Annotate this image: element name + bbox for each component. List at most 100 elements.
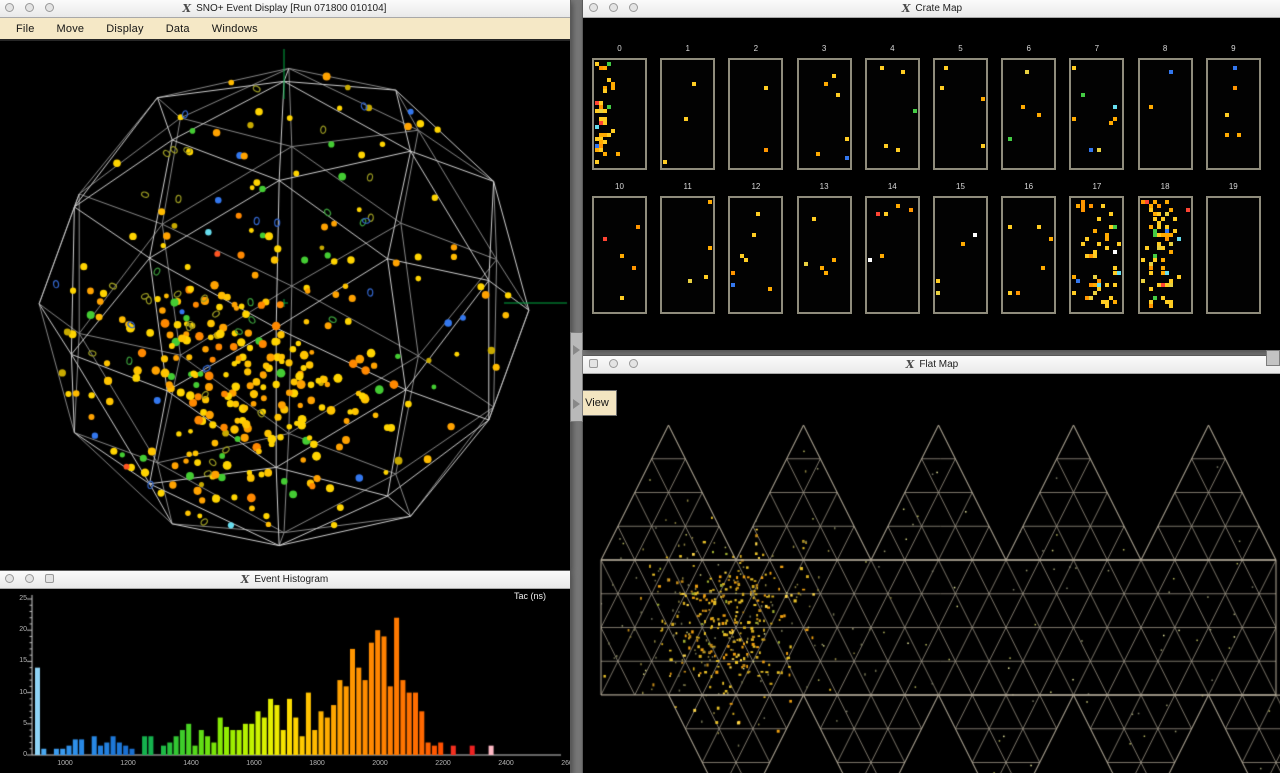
crate-box-18[interactable] xyxy=(1138,196,1193,314)
crate-box-4[interactable] xyxy=(865,58,920,170)
crate-hit xyxy=(704,275,708,279)
crate-number-label: 16 xyxy=(1001,182,1056,191)
crate-box-11[interactable] xyxy=(660,196,715,314)
crate-box-1[interactable] xyxy=(660,58,715,170)
crate-hit xyxy=(1008,137,1012,141)
view-menu-button[interactable]: View xyxy=(583,390,617,416)
crate-box-10[interactable] xyxy=(592,196,647,314)
crate-hit xyxy=(1076,279,1080,283)
window-control-icon[interactable] xyxy=(589,359,598,368)
crate-hit xyxy=(1072,291,1076,295)
crate-hit xyxy=(692,82,696,86)
detector-sphere-view[interactable] xyxy=(0,41,570,571)
crate-hit xyxy=(1165,271,1169,275)
crate-number-label: 2 xyxy=(728,44,783,53)
crate-hit xyxy=(1153,229,1157,233)
crate-hit xyxy=(1149,262,1153,266)
crate-hit xyxy=(1157,233,1161,237)
menu-item-move[interactable]: Move xyxy=(46,23,96,35)
crate-box-19[interactable] xyxy=(1206,196,1261,314)
event-histogram-titlebar[interactable]: X Event Histogram xyxy=(0,571,570,589)
crate-hit xyxy=(1089,204,1093,208)
window-controls xyxy=(589,3,638,12)
window-control-icon[interactable] xyxy=(45,574,54,583)
window-control-icon[interactable] xyxy=(5,3,14,12)
crate-box-13[interactable] xyxy=(797,196,852,314)
crate-box-6[interactable] xyxy=(1001,58,1056,170)
crate-hit xyxy=(816,152,820,156)
event-display-titlebar[interactable]: X SNO+ Event Display [Run 071800 010104] xyxy=(0,0,570,18)
window-control-icon[interactable] xyxy=(609,3,618,12)
crate-hit xyxy=(1097,217,1101,221)
crate-number-label: 3 xyxy=(797,44,852,53)
window-title: X Crate Map xyxy=(902,3,962,14)
crate-box-9[interactable] xyxy=(1206,58,1261,170)
crate-box-5[interactable] xyxy=(933,58,988,170)
crate-box-3[interactable] xyxy=(797,58,852,170)
crate-hit xyxy=(832,74,836,78)
window-control-icon[interactable] xyxy=(629,359,638,368)
window-resize-corner[interactable] xyxy=(1266,350,1280,366)
flat-map-view[interactable] xyxy=(583,374,1280,773)
crate-map-window: X Crate Map 0123456789101112131415161718… xyxy=(583,0,1280,349)
menu-item-display[interactable]: Display xyxy=(95,23,154,35)
crate-hit xyxy=(1072,117,1076,121)
crate-hit xyxy=(1109,212,1113,216)
crate-box-15[interactable] xyxy=(933,196,988,314)
menu-item-file[interactable]: File xyxy=(5,23,46,35)
crate-map-view[interactable]: 012345678910111213141516171819 xyxy=(583,18,1280,350)
event-display-title-text: SNO+ Event Display [Run 071800 010104] xyxy=(196,3,386,14)
crate-hit xyxy=(1093,291,1097,295)
histogram-plot[interactable] xyxy=(0,589,570,773)
crate-number-label: 0 xyxy=(592,44,647,53)
crate-hit xyxy=(1165,283,1169,287)
crate-hit xyxy=(1165,237,1169,241)
crate-box-0[interactable] xyxy=(592,58,647,170)
crate-hit xyxy=(1105,300,1109,304)
crate-hit xyxy=(1081,208,1085,212)
window-control-icon[interactable] xyxy=(45,3,54,12)
crate-hit xyxy=(1021,105,1025,109)
crate-box-16[interactable] xyxy=(1001,196,1056,314)
crate-hit xyxy=(603,66,607,70)
crate-box-17[interactable] xyxy=(1069,196,1124,314)
event-display-menubar: File Move Display Data Windows xyxy=(0,18,570,41)
crate-hit xyxy=(1093,275,1097,279)
crate-hit xyxy=(973,233,977,237)
crate-box-8[interactable] xyxy=(1138,58,1193,170)
window-sash[interactable] xyxy=(570,332,583,422)
window-control-icon[interactable] xyxy=(589,3,598,12)
x-axis-tick-label: 1800 xyxy=(309,760,325,767)
crate-hit xyxy=(1233,86,1237,90)
crate-box-12[interactable] xyxy=(728,196,783,314)
crate-hit xyxy=(1097,148,1101,152)
window-control-icon[interactable] xyxy=(609,359,618,368)
crate-hit xyxy=(1149,105,1153,109)
crate-hit xyxy=(896,204,900,208)
crate-hit xyxy=(868,258,872,262)
crate-hit xyxy=(1177,275,1181,279)
menu-item-windows[interactable]: Windows xyxy=(201,23,269,35)
crate-hit xyxy=(1105,283,1109,287)
window-control-icon[interactable] xyxy=(5,574,14,583)
crate-hit xyxy=(1169,208,1173,212)
crate-hit xyxy=(981,97,985,101)
crate-hit xyxy=(896,148,900,152)
window-control-icon[interactable] xyxy=(25,574,34,583)
menu-item-data[interactable]: Data xyxy=(155,23,201,35)
crate-map-titlebar[interactable]: X Crate Map xyxy=(583,0,1280,18)
crate-hit xyxy=(1037,225,1041,229)
crate-box-2[interactable] xyxy=(728,58,783,170)
crate-box-14[interactable] xyxy=(865,196,920,314)
crate-hit xyxy=(1101,204,1105,208)
window-control-icon[interactable] xyxy=(25,3,34,12)
window-control-icon[interactable] xyxy=(629,3,638,12)
flat-map-titlebar[interactable]: X Flat Map xyxy=(583,356,1280,374)
crate-hit xyxy=(1072,66,1076,70)
crate-hit xyxy=(1149,287,1153,291)
x-axis-tick-label: 1400 xyxy=(183,760,199,767)
crate-hit xyxy=(1141,258,1145,262)
crate-hit xyxy=(1161,258,1165,262)
crate-box-7[interactable] xyxy=(1069,58,1124,170)
crate-hit xyxy=(901,70,905,74)
